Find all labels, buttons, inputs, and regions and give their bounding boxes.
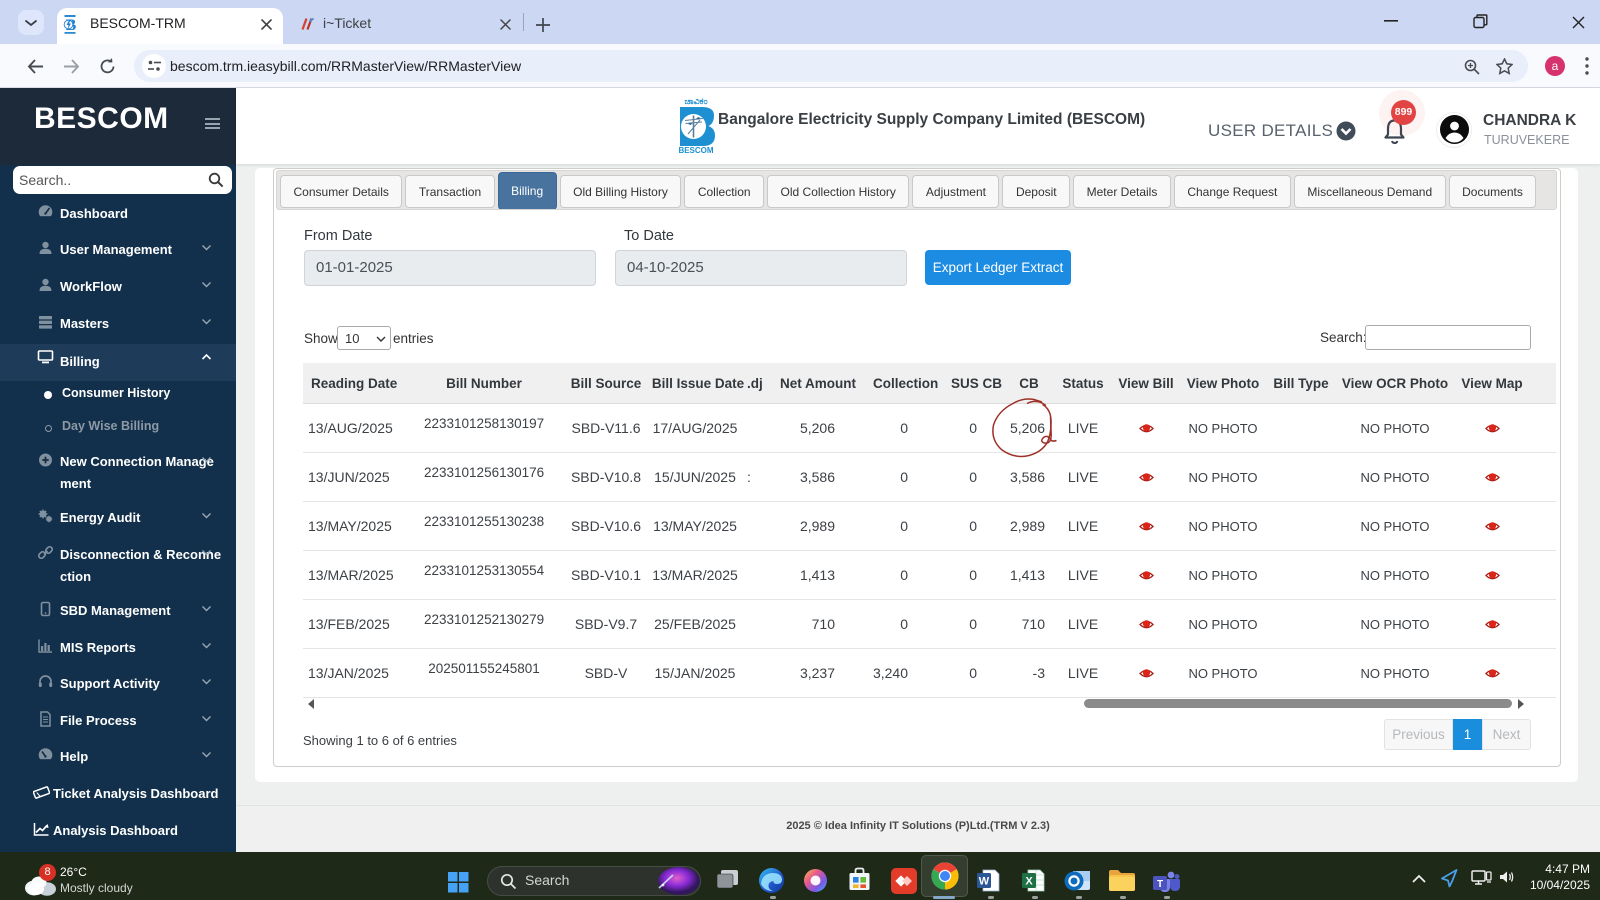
svg-text:ಚಾವಿಕಂ: ಚಾವಿಕಂ: [684, 96, 707, 106]
svg-text:X: X: [1025, 876, 1033, 888]
svg-text:T: T: [1157, 879, 1163, 890]
svg-text:BESCOM: BESCOM: [678, 146, 713, 154]
svg-text:W: W: [979, 876, 990, 888]
